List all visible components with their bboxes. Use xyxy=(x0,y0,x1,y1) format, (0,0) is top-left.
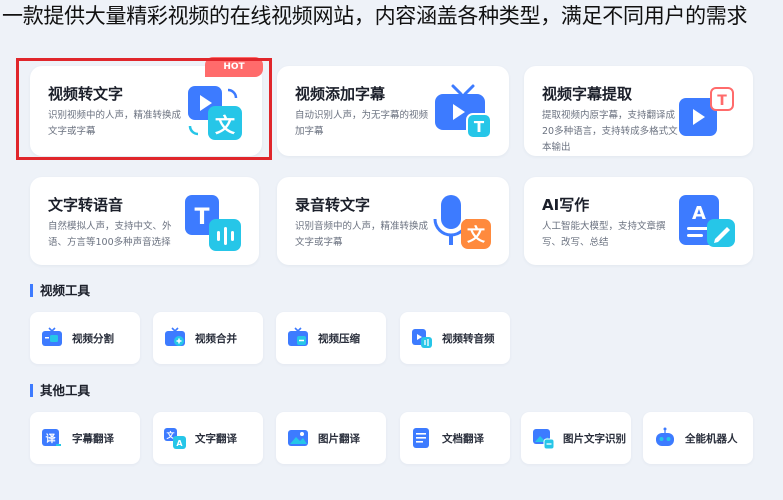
card-text-to-speech[interactable]: 文字转语音 自然模拟人声，支持中文、外语、方言等100多种声音选择 T xyxy=(30,177,259,265)
tool-video-split[interactable]: 视频分割 xyxy=(30,312,140,364)
video-merge-icon xyxy=(165,327,185,346)
tool-text-translate[interactable]: 文 A 文字翻译 xyxy=(153,412,263,464)
tool-video-merge[interactable]: 视频合并 xyxy=(153,312,263,364)
tool-label: 字幕翻译 xyxy=(72,432,114,445)
card-title: 视频字幕提取 xyxy=(542,85,633,103)
svg-text:A: A xyxy=(692,203,706,224)
svg-text:T: T xyxy=(474,118,485,136)
card-title: 视频转文字 xyxy=(48,85,124,103)
video-to-audio-icon xyxy=(412,329,432,348)
document-icon xyxy=(413,428,429,448)
card-ai-writing[interactable]: AI写作 人工智能大模型，支持文章撰写、改写、总结 A xyxy=(524,177,753,265)
subtitle-translate-icon: 译 xyxy=(42,429,61,446)
card-title: AI写作 xyxy=(542,196,590,214)
tool-subtitle-translate[interactable]: 译 字幕翻译 xyxy=(30,412,140,464)
tool-label: 文字翻译 xyxy=(195,432,237,445)
image-ocr-icon xyxy=(533,429,555,450)
card-desc: 自然模拟人声，支持中文、外语、方言等100多种声音选择 xyxy=(48,221,172,248)
card-desc: 提取视频内原字幕，支持翻译成20多种语言，支持转成多格式文本输出 xyxy=(542,110,678,153)
card-video-to-text[interactable]: 视频转文字 识别视频中的人声，精准转换成文字或字幕 文 xyxy=(30,66,262,156)
card-title: 视频添加字幕 xyxy=(295,85,386,103)
image-translate-icon xyxy=(288,430,308,446)
tool-label: 视频转音频 xyxy=(442,332,495,345)
hot-badge: HOT xyxy=(205,57,263,77)
ai-writing-icon: A xyxy=(679,195,735,247)
tool-label: 图片文字识别 xyxy=(563,432,626,445)
section-title-video-tools: 视频工具 xyxy=(30,284,90,297)
svg-text:T: T xyxy=(194,205,209,230)
tool-video-compress[interactable]: 视频压缩 xyxy=(276,312,386,364)
card-desc: 自动识别人声，为无字幕的视频加字幕 xyxy=(295,110,429,137)
tool-all-in-one-robot[interactable]: 全能机器人 xyxy=(643,412,753,464)
svg-text:A: A xyxy=(176,439,183,448)
tool-label: 文档翻译 xyxy=(442,432,484,445)
robot-icon xyxy=(656,427,674,446)
tool-image-translate[interactable]: 图片翻译 xyxy=(276,412,386,464)
video-split-icon xyxy=(42,327,62,346)
card-title: 录音转文字 xyxy=(295,196,371,214)
overlay-caption: 一款提供大量精彩视频的在线视频网站，内容涵盖各种类型，满足不同用户的需求 xyxy=(2,4,748,28)
tool-label: 全能机器人 xyxy=(685,432,738,445)
card-desc: 识别音频中的人声，精准转换成文字或字幕 xyxy=(295,221,429,248)
microphone-icon: 文 xyxy=(433,195,491,249)
card-video-add-subtitle[interactable]: 视频添加字幕 自动识别人声，为无字幕的视频加字幕 T xyxy=(277,66,509,156)
tv-subtitle-icon: T xyxy=(435,84,492,139)
card-title: 文字转语音 xyxy=(48,196,124,214)
section-title-other-tools: 其他工具 xyxy=(30,384,90,397)
tool-label: 图片翻译 xyxy=(318,432,360,445)
card-desc: 识别视频中的人声，精准转换成文字或字幕 xyxy=(48,110,182,137)
text-translate-icon: 文 A xyxy=(164,428,186,449)
svg-text:译: 译 xyxy=(46,432,57,445)
video-compress-icon xyxy=(288,327,308,346)
subtitle-extract-icon: T xyxy=(679,87,734,136)
svg-text:文: 文 xyxy=(467,224,486,246)
svg-text:文: 文 xyxy=(215,113,236,137)
video-to-text-icon: 文 xyxy=(188,86,242,140)
text-to-speech-icon: T xyxy=(185,195,241,251)
card-desc: 人工智能大模型，支持文章撰写、改写、总结 xyxy=(542,221,666,248)
tool-video-to-audio[interactable]: 视频转音频 xyxy=(400,312,510,364)
tool-label: 视频压缩 xyxy=(318,332,360,345)
tool-label: 视频合并 xyxy=(195,332,237,345)
tool-image-ocr[interactable]: 图片文字识别 xyxy=(521,412,631,464)
svg-text:T: T xyxy=(717,93,727,109)
card-audio-to-text[interactable]: 录音转文字 识别音频中的人声，精准转换成文字或字幕 文 xyxy=(277,177,509,265)
tool-document-translate[interactable]: 文档翻译 xyxy=(400,412,510,464)
tool-label: 视频分割 xyxy=(72,332,114,345)
card-subtitle-extract[interactable]: 视频字幕提取 提取视频内原字幕，支持翻译成20多种语言，支持转成多格式文本输出 … xyxy=(524,66,753,156)
